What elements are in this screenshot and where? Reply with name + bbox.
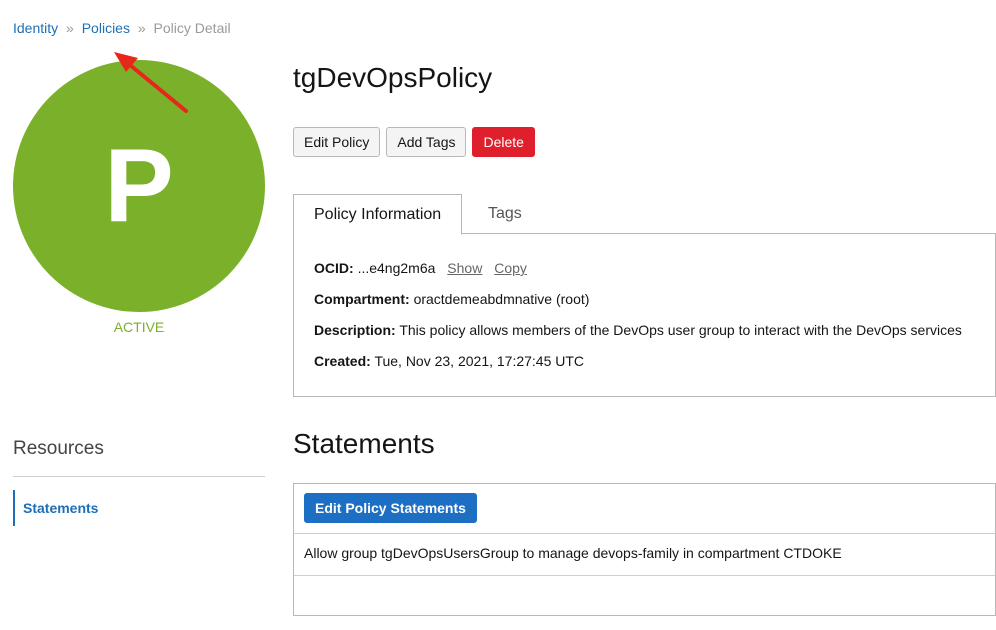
breadcrumb-link-policies[interactable]: Policies: [82, 20, 130, 36]
statements-toolbar: Edit Policy Statements: [304, 493, 477, 523]
breadcrumb-separator: »: [66, 20, 74, 36]
statement-row: Allow group tgDevOpsUsersGroup to manage…: [304, 545, 842, 561]
edit-policy-statements-button[interactable]: Edit Policy Statements: [304, 493, 477, 523]
avatar-letter: P: [104, 128, 174, 244]
statements-panel: Edit Policy Statements Allow group tgDev…: [293, 483, 996, 616]
breadcrumb-separator: »: [137, 20, 146, 36]
compartment-label: Compartment:: [314, 291, 410, 307]
detail-tabs: Policy Information Tags: [293, 194, 996, 235]
tab-tags[interactable]: Tags: [468, 194, 542, 233]
breadcrumb-current: Policy Detail: [153, 20, 231, 36]
created-value: Tue, Nov 23, 2021, 17:27:45 UTC: [374, 353, 585, 369]
page-title: tgDevOpsPolicy: [293, 62, 493, 93]
description-label: Description:: [314, 322, 396, 338]
resources-heading: Resources: [13, 438, 104, 459]
divider: [294, 533, 995, 534]
statements-title: Statements: [293, 428, 435, 459]
policy-information-panel: OCID: ...e4ng2m6a Show Copy Compartment:…: [293, 233, 996, 397]
breadcrumb-link-identity[interactable]: Identity: [13, 20, 58, 36]
ocid-copy-link[interactable]: Copy: [494, 260, 527, 276]
breadcrumb: Identity » Policies » Policy Detail: [13, 20, 231, 36]
ocid-show-link[interactable]: Show: [447, 260, 482, 276]
ocid-row: OCID: ...e4ng2m6a Show Copy: [314, 260, 527, 276]
resources-divider: [13, 476, 265, 477]
annotation-arrow-icon: [114, 52, 188, 113]
created-label: Created:: [314, 353, 371, 369]
divider: [294, 575, 995, 576]
tab-policy-information[interactable]: Policy Information: [293, 194, 463, 235]
ocid-label: OCID:: [314, 260, 354, 276]
resources-item-statements[interactable]: Statements: [13, 490, 263, 526]
add-tags-button[interactable]: Add Tags: [386, 127, 467, 157]
ocid-value: ...e4ng2m6a: [357, 260, 436, 276]
description-row: Description: This policy allows members …: [314, 322, 962, 338]
created-row: Created: Tue, Nov 23, 2021, 17:27:45 UTC: [314, 353, 584, 369]
status-label: ACTIVE: [113, 319, 165, 335]
delete-button[interactable]: Delete: [472, 127, 535, 157]
action-toolbar: Edit Policy Add Tags Delete: [293, 127, 535, 157]
edit-policy-button[interactable]: Edit Policy: [293, 127, 381, 157]
compartment-value: oractdemeabdmnative (root): [413, 291, 590, 307]
compartment-row: Compartment: oractdemeabdmnative (root): [314, 291, 589, 307]
description-value: This policy allows members of the DevOps…: [399, 322, 962, 338]
